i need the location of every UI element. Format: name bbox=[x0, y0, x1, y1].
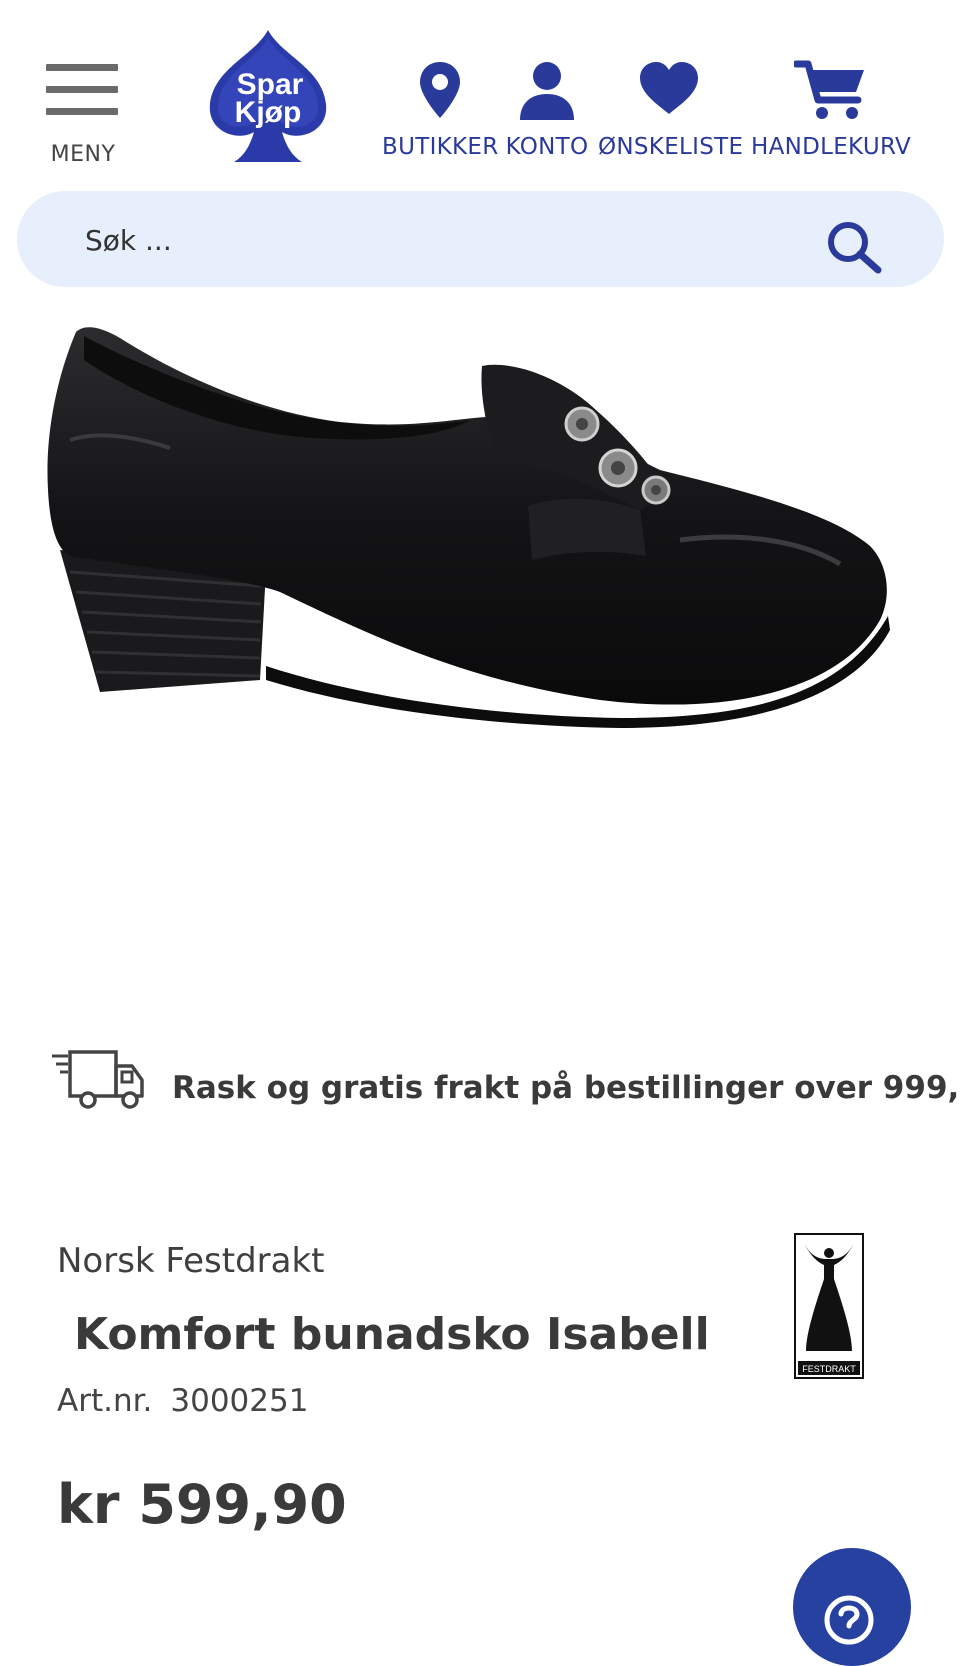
nav-label: BUTIKKER bbox=[382, 134, 499, 160]
norsk-festdrakt-logo[interactable]: FESTDRAKT bbox=[794, 1233, 864, 1379]
article-number-label: Art.nr. bbox=[57, 1383, 153, 1419]
map-pin-icon bbox=[420, 62, 460, 118]
product-image[interactable] bbox=[40, 320, 920, 730]
product-brand[interactable]: Norsk Festdrakt bbox=[57, 1241, 325, 1281]
hamburger-icon bbox=[46, 64, 118, 71]
hamburger-icon-bar bbox=[46, 108, 118, 115]
help-button[interactable] bbox=[793, 1548, 911, 1666]
nav-handlekurv[interactable]: HANDLEKURV bbox=[748, 60, 914, 170]
search-bar bbox=[17, 191, 944, 287]
product-title: Komfort bunadsko Isabell bbox=[74, 1309, 710, 1360]
shipping-text: Rask og gratis frakt på bestillinger ove… bbox=[172, 1070, 960, 1106]
search-icon[interactable] bbox=[826, 220, 884, 278]
hamburger-icon-bar bbox=[46, 86, 118, 93]
search-input[interactable] bbox=[83, 209, 847, 271]
nav-butikker[interactable]: BUTIKKER bbox=[382, 60, 498, 170]
menu-label: MENY bbox=[50, 142, 116, 167]
nav-label: KONTO bbox=[505, 134, 589, 160]
truck-icon bbox=[52, 1050, 144, 1109]
cart-icon bbox=[794, 60, 864, 119]
article-number-value: 3000251 bbox=[170, 1383, 309, 1419]
nav-konto[interactable]: KONTO bbox=[504, 60, 590, 170]
article-number: Art.nr. 3000251 bbox=[57, 1383, 308, 1419]
site-header: MENY Spar Kjøp BUTIKKER KONTO ØNSKELISTE bbox=[0, 0, 960, 180]
sparkjop-logo[interactable]: Spar Kjøp bbox=[202, 28, 334, 164]
shipping-banner: Rask og gratis frakt på bestillinger ove… bbox=[50, 1050, 960, 1120]
logo-text-line2: Kjøp bbox=[235, 96, 302, 129]
question-icon bbox=[824, 1595, 874, 1645]
user-icon bbox=[520, 62, 574, 120]
product-price: kr 599,90 bbox=[57, 1473, 347, 1536]
menu-button[interactable]: MENY bbox=[40, 58, 126, 168]
heart-icon bbox=[640, 62, 698, 114]
brand-logo-text: FESTDRAKT bbox=[802, 1364, 856, 1374]
nav-label: ØNSKELISTE bbox=[598, 134, 744, 160]
nav-label: HANDLEKURV bbox=[750, 134, 912, 160]
nav-onskeliste[interactable]: ØNSKELISTE bbox=[598, 60, 744, 170]
